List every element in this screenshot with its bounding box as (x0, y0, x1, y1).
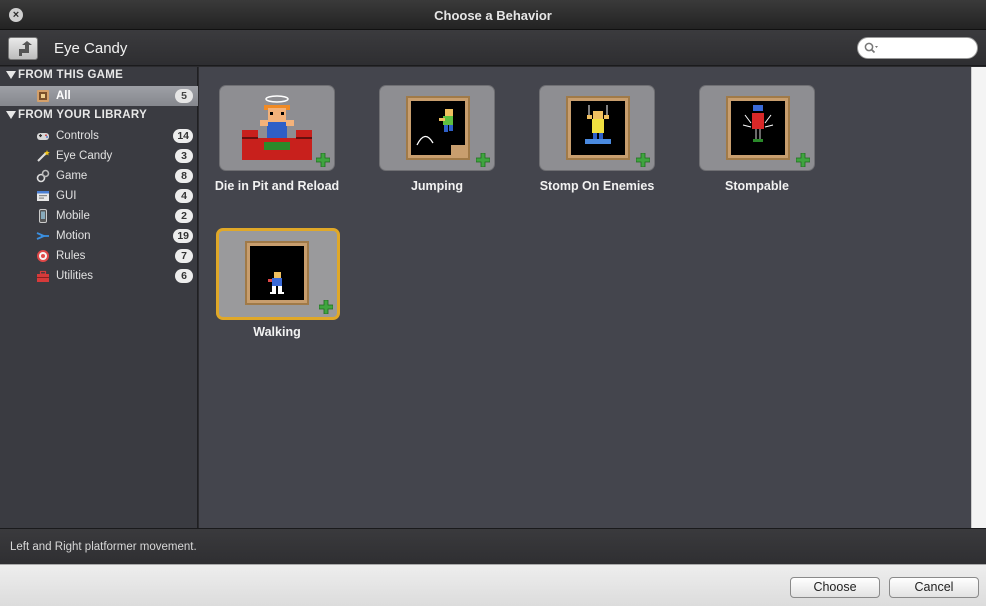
title-bar: × Choose a Behavior (0, 0, 986, 30)
motion-icon (36, 232, 49, 240)
section-label: FROM YOUR LIBRARY (18, 109, 148, 121)
add-behavior-icon (476, 153, 490, 167)
jumping-figure-icon (416, 109, 465, 155)
sidebar-item-label: Eye Candy (56, 150, 113, 162)
sidebar-item-mobile[interactable]: Mobile 2 (0, 206, 198, 226)
thumbnail-frame (726, 96, 790, 160)
add-behavior-icon (316, 153, 330, 167)
cancel-button[interactable]: Cancel (889, 577, 979, 598)
section-from-this-game[interactable]: FROM THIS GAME (0, 67, 198, 85)
count-badge: 14 (173, 129, 193, 143)
add-behavior-icon (636, 153, 650, 167)
add-behavior-icon (796, 153, 810, 167)
all-icon (37, 90, 49, 102)
sidebar-item-label: Rules (56, 250, 86, 262)
sidebar-item-label: GUI (56, 190, 77, 202)
vertical-scrollbar[interactable] (971, 67, 986, 528)
count-badge: 6 (175, 269, 193, 283)
thumbnail-frame (566, 96, 630, 160)
mobile-icon (39, 209, 47, 223)
section-from-your-library[interactable]: FROM YOUR LIBRARY (0, 107, 198, 125)
behavior-grid: Die in Pit and Reload Jumping Stomp On E… (199, 67, 971, 528)
up-button[interactable] (8, 37, 38, 60)
thumbnail-frame (406, 96, 470, 160)
behavior-name: Jumping (410, 179, 464, 193)
toolbox-icon (37, 270, 49, 282)
target-icon (37, 250, 49, 262)
sidebar-item-label: Utilities (56, 270, 94, 282)
behavior-name: Stompable (725, 179, 789, 193)
behavior-description: Left and Right platformer movement. (10, 541, 197, 553)
behavior-thumbnail[interactable] (539, 85, 655, 171)
search-icon (864, 42, 878, 54)
sidebar-item-utilities[interactable]: Utilities 6 (0, 266, 198, 286)
game-icon (36, 169, 50, 183)
thumbnail-frame (245, 241, 309, 305)
behavior-name: Die in Pit and Reload (214, 179, 340, 193)
up-arrow-icon (19, 41, 32, 56)
count-badge: 2 (175, 209, 193, 223)
stompable-enemy-icon (742, 105, 774, 142)
walking-figure-icon (268, 272, 284, 294)
die-in-pit-illustration-icon (242, 95, 312, 160)
gamepad-icon (37, 133, 49, 140)
window-title: Choose a Behavior (434, 8, 552, 23)
disclosure-triangle-icon[interactable] (6, 111, 16, 119)
behavior-thumbnail[interactable] (219, 85, 335, 171)
count-badge: 8 (175, 169, 193, 183)
sidebar-item-motion[interactable]: Motion 19 (0, 226, 198, 246)
description-bar: Left and Right platformer movement. (0, 528, 986, 564)
count-badge: 7 (175, 249, 193, 263)
sidebar-item-label: Mobile (56, 210, 90, 222)
search-field[interactable] (857, 37, 978, 59)
count-badge: 5 (175, 89, 193, 103)
add-behavior-icon (319, 300, 333, 314)
behavior-thumbnail[interactable] (699, 85, 815, 171)
count-badge: 4 (175, 189, 193, 203)
count-badge: 3 (175, 149, 193, 163)
choose-button[interactable]: Choose (790, 577, 880, 598)
sidebar-item-gui[interactable]: GUI 4 (0, 186, 198, 206)
sidebar-item-label: Motion (56, 230, 91, 242)
sidebar-item-label: Controls (56, 130, 99, 142)
search-input[interactable] (880, 40, 972, 56)
sidebar: FROM THIS GAME All 5 FROM YOUR LIBRARY C… (0, 67, 198, 528)
sidebar-item-rules[interactable]: Rules 7 (0, 246, 198, 266)
sidebar-item-game[interactable]: Game 8 (0, 166, 198, 186)
gui-icon (37, 191, 49, 201)
sidebar-item-label: All (56, 90, 71, 102)
header-bar: Eye Candy (0, 30, 986, 66)
magic-wand-icon (37, 150, 50, 162)
disclosure-triangle-icon[interactable] (6, 71, 16, 79)
breadcrumb: Eye Candy (54, 40, 128, 57)
sidebar-item-eye-candy[interactable]: Eye Candy 3 (0, 146, 198, 166)
count-badge: 19 (173, 229, 193, 243)
sidebar-item-controls[interactable]: Controls 14 (0, 126, 198, 146)
stomp-figure-icon (585, 105, 611, 144)
sidebar-item-all[interactable]: All 5 (0, 86, 198, 106)
behavior-thumbnail[interactable] (216, 228, 340, 320)
sidebar-item-label: Game (56, 170, 88, 182)
behavior-thumbnail[interactable] (379, 85, 495, 171)
behavior-name: Stomp On Enemies (539, 179, 655, 193)
section-label: FROM THIS GAME (18, 69, 124, 81)
dialog-footer: Choose Cancel (0, 564, 986, 606)
behavior-name: Walking (253, 325, 301, 339)
